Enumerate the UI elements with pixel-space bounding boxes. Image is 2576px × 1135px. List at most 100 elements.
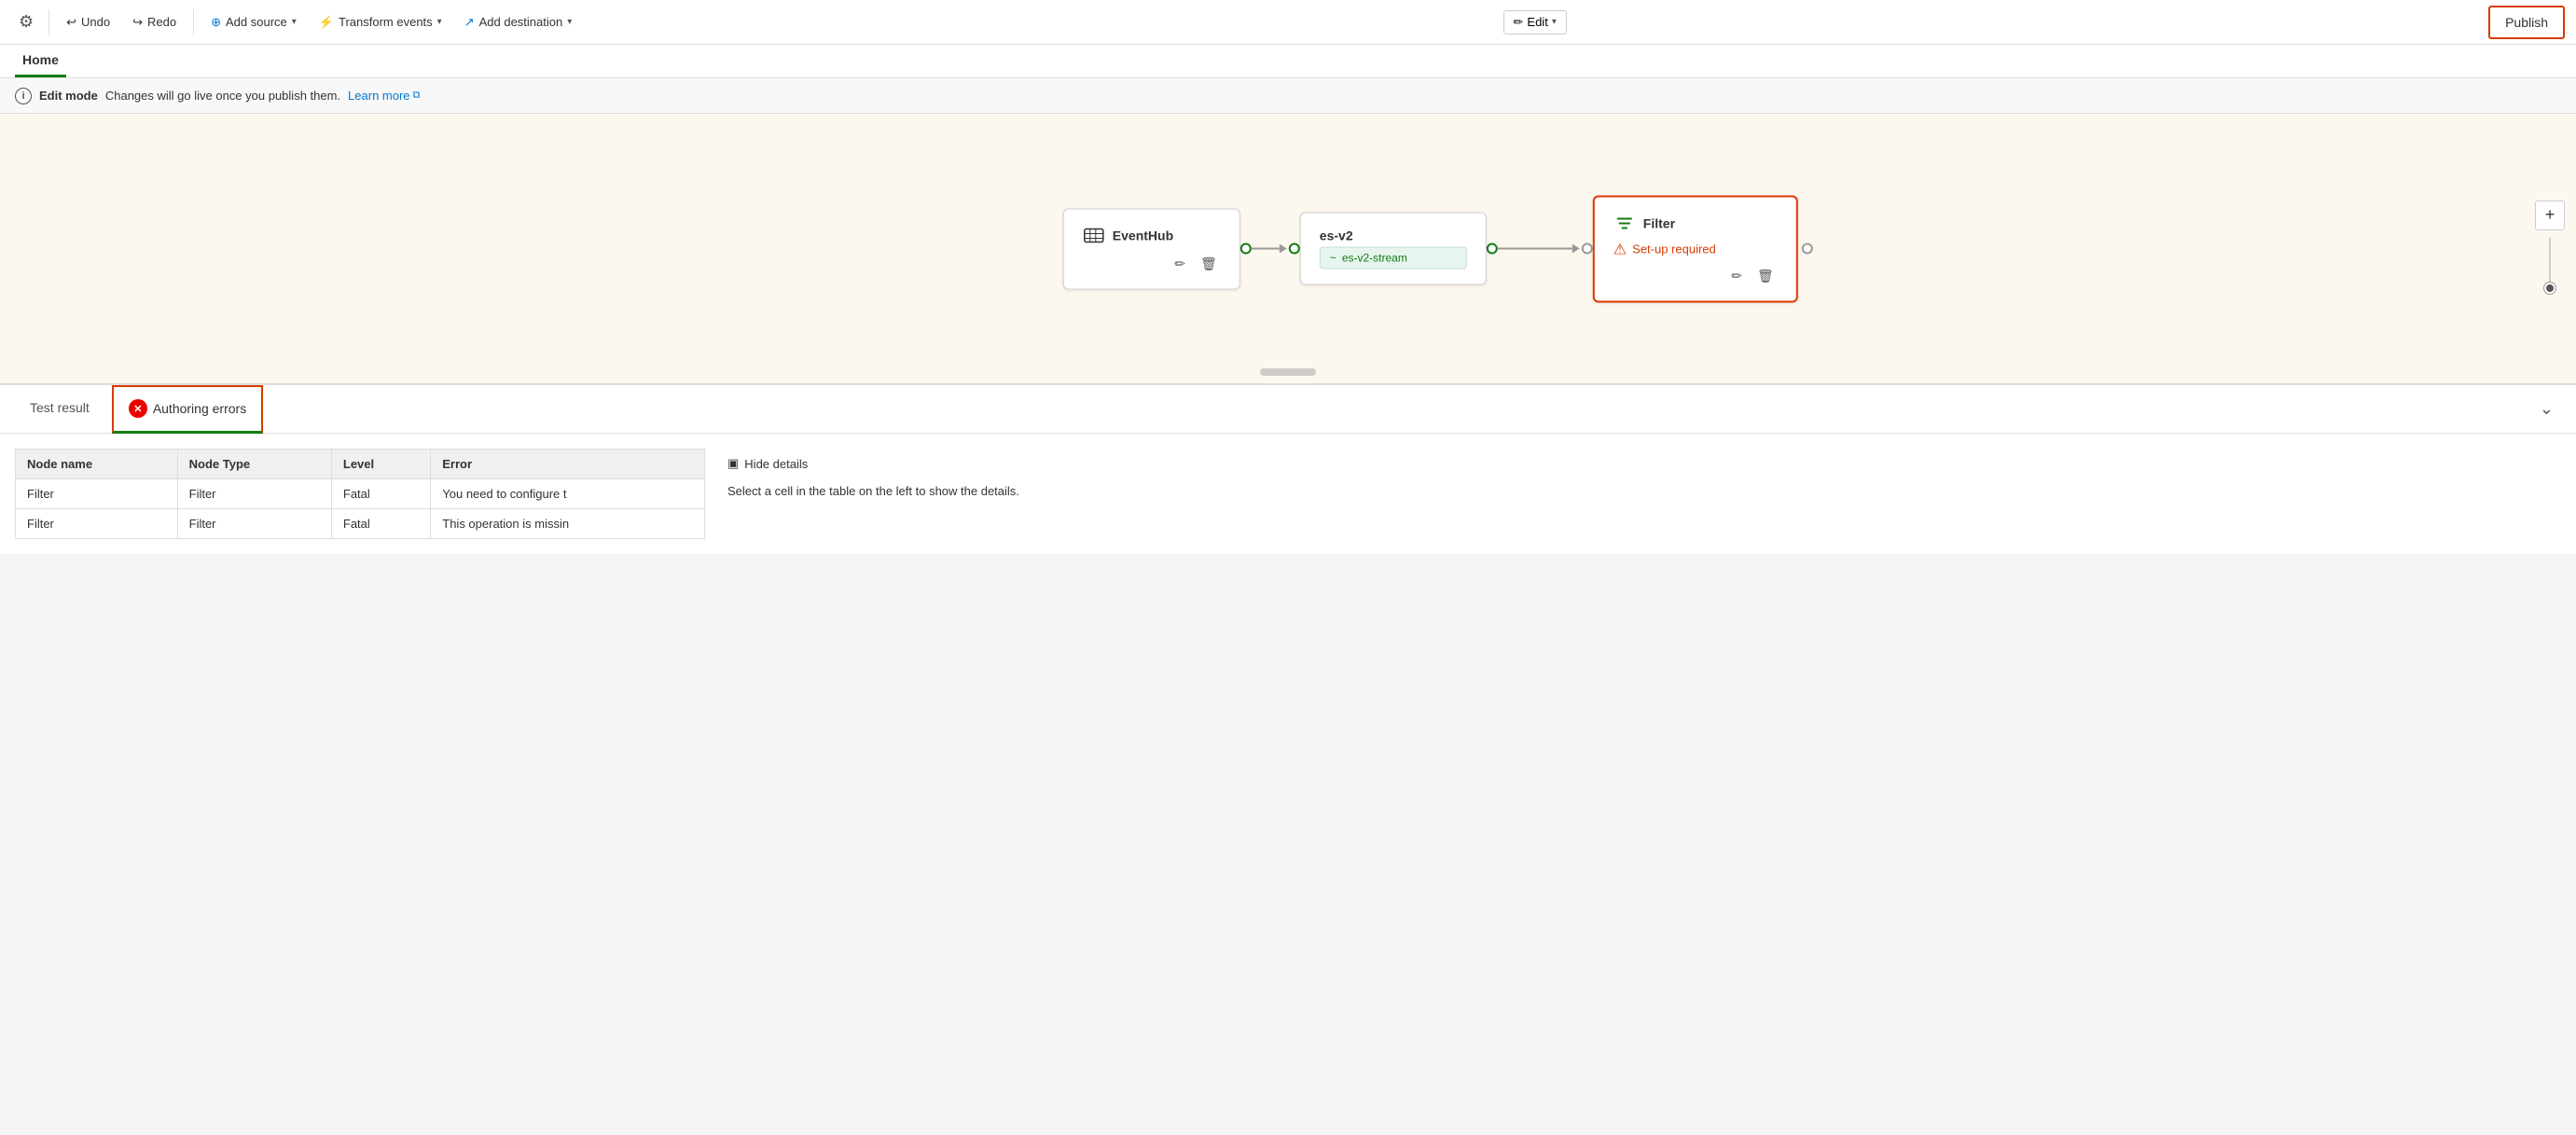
add-destination-label: Add destination <box>479 15 563 29</box>
eventhub-node[interactable]: EventHub ✏ 🗑 <box>1063 208 1240 289</box>
conn-dot-1b <box>1289 243 1300 255</box>
tabs-row: Test result ✕ Authoring errors ⌄ <box>0 385 2576 434</box>
stream-icon: ~ <box>1330 252 1336 265</box>
arrow-2 <box>1572 244 1580 254</box>
add-destination-button[interactable]: ↗ Add destination ▾ <box>455 7 582 37</box>
add-source-label: Add source <box>226 15 287 29</box>
connector-2 <box>1487 243 1593 255</box>
warning-icon: ⚠ <box>1613 240 1627 258</box>
setup-required-label: Set-up required <box>1632 242 1716 256</box>
error-table-container: Node name Node Type Level Error Filter F… <box>0 434 2576 554</box>
details-panel: ▣ Hide details Select a cell in the tabl… <box>727 449 2561 539</box>
separator-1 <box>48 9 49 35</box>
zoom-slider-thumb[interactable] <box>2544 283 2555 294</box>
filter-delete-button[interactable]: 🗑 <box>1753 266 1778 285</box>
table-row[interactable]: Filter Filter Fatal This operation is mi… <box>16 509 705 539</box>
edit-chevron-icon: ▾ <box>1552 17 1557 27</box>
add-source-icon: ⊕ <box>211 15 221 30</box>
col-level: Level <box>331 450 430 479</box>
row2-node-type: Filter <box>177 509 331 539</box>
learn-more-text: Learn more <box>348 89 409 103</box>
eventhub-delete-button[interactable]: 🗑 <box>1197 254 1221 273</box>
col-node-name: Node name <box>16 450 178 479</box>
learn-more-link[interactable]: Learn more ⧉ <box>348 89 420 103</box>
eventhub-edit-button[interactable]: ✏ <box>1170 254 1189 273</box>
settings-icon[interactable]: ⚙ <box>11 8 41 35</box>
collapse-button[interactable]: ⌄ <box>2532 395 2561 422</box>
conn-dot-2b <box>1582 243 1593 255</box>
eventhub-actions: ✏ 🗑 <box>1083 254 1221 273</box>
tab-test-result[interactable]: Test result <box>15 385 104 434</box>
add-destination-chevron-icon: ▾ <box>567 17 572 27</box>
eventhub-icon <box>1083 224 1105 246</box>
row2-error: This operation is missin <box>431 509 705 539</box>
top-bar: ⚙ ↩ Undo ↪ Redo ⊕ Add source ▾ ⚡ Transfo… <box>0 0 2576 45</box>
row2-level: Fatal <box>331 509 430 539</box>
hide-details-button[interactable]: ▣ Hide details <box>727 456 808 471</box>
edit-button[interactable]: ✏ Edit ▾ <box>1503 10 1567 35</box>
table-body: Filter Filter Fatal You need to configur… <box>16 479 705 539</box>
publish-button[interactable]: Publish <box>2488 6 2565 39</box>
add-source-button[interactable]: ⊕ Add source ▾ <box>201 7 306 37</box>
zoom-slider-track <box>2549 238 2551 294</box>
redo-button[interactable]: ↪ Redo <box>123 7 186 37</box>
filter-node[interactable]: Filter ⚠ Set-up required ✏ 🗑 <box>1593 195 1798 302</box>
info-icon: i <box>15 88 32 104</box>
transform-events-label: Transform events <box>339 15 433 29</box>
tab-home-label: Home <box>22 52 59 67</box>
row1-level: Fatal <box>331 479 430 509</box>
edit-mode-label: Edit mode <box>39 89 98 103</box>
tab-home[interactable]: Home <box>15 44 66 77</box>
row1-error: You need to configure t <box>431 479 705 509</box>
details-placeholder-text: Select a cell in the table on the left t… <box>727 482 2561 501</box>
conn-line-2 <box>1498 248 1572 250</box>
conn-dot-1a <box>1240 243 1252 255</box>
separator-2 <box>193 9 194 35</box>
transform-events-button[interactable]: ⚡ Transform events ▾ <box>310 7 451 37</box>
scroll-indicator <box>1260 368 1316 376</box>
edit-button-area: ✏ Edit ▾ <box>1503 10 1567 35</box>
filter-edit-button[interactable]: ✏ <box>1727 266 1746 285</box>
flow-container: EventHub ✏ 🗑 es-v2 ~ es-v2-stream <box>1063 195 1813 302</box>
col-error: Error <box>431 450 705 479</box>
edit-pencil-icon: ✏ <box>1514 15 1524 30</box>
chevron-down-icon: ⌄ <box>2540 399 2554 418</box>
tab-test-result-label: Test result <box>30 400 90 415</box>
arrow-1 <box>1280 244 1287 254</box>
filter-icon <box>1613 212 1636 234</box>
esv2-stream-label: es-v2-stream <box>1342 252 1407 265</box>
undo-icon: ↩ <box>66 15 76 30</box>
tab-bar: Home <box>0 45 2576 78</box>
setup-required: ⚠ Set-up required <box>1613 240 1778 258</box>
hide-details-label: Hide details <box>744 457 808 471</box>
transform-events-chevron-icon: ▾ <box>437 17 442 27</box>
eventhub-header: EventHub <box>1083 224 1221 246</box>
authoring-errors-badge: ✕ <box>129 399 147 418</box>
transform-events-icon: ⚡ <box>319 15 334 30</box>
conn-line-1 <box>1252 248 1280 250</box>
add-source-chevron-icon: ▾ <box>292 17 297 27</box>
row1-node-name: Filter <box>16 479 178 509</box>
conn-dot-2a <box>1487 243 1498 255</box>
error-table: Node name Node Type Level Error Filter F… <box>15 449 705 539</box>
filter-header: Filter <box>1613 212 1778 234</box>
undo-button[interactable]: ↩ Undo <box>57 7 119 37</box>
filter-label: Filter <box>1643 215 1675 230</box>
esv2-label: es-v2 <box>1320 228 1353 243</box>
col-node-type: Node Type <box>177 450 331 479</box>
tab-authoring-errors-label: Authoring errors <box>153 401 246 416</box>
eventhub-label: EventHub <box>1113 228 1173 242</box>
connector-1 <box>1240 243 1300 255</box>
zoom-control: + <box>2535 201 2565 298</box>
row1-node-type: Filter <box>177 479 331 509</box>
zoom-plus-button[interactable]: + <box>2535 201 2565 230</box>
canvas-area: EventHub ✏ 🗑 es-v2 ~ es-v2-stream <box>0 114 2576 384</box>
error-x-icon: ✕ <box>133 403 142 415</box>
tab-authoring-errors[interactable]: ✕ Authoring errors <box>112 385 263 434</box>
table-row[interactable]: Filter Filter Fatal You need to configur… <box>16 479 705 509</box>
edit-mode-message: Changes will go live once you publish th… <box>105 89 340 103</box>
esv2-node[interactable]: es-v2 ~ es-v2-stream <box>1300 213 1487 285</box>
external-link-icon: ⧉ <box>413 90 421 102</box>
edit-label: Edit <box>1527 15 1547 29</box>
esv2-stream-tag: ~ es-v2-stream <box>1320 247 1467 270</box>
